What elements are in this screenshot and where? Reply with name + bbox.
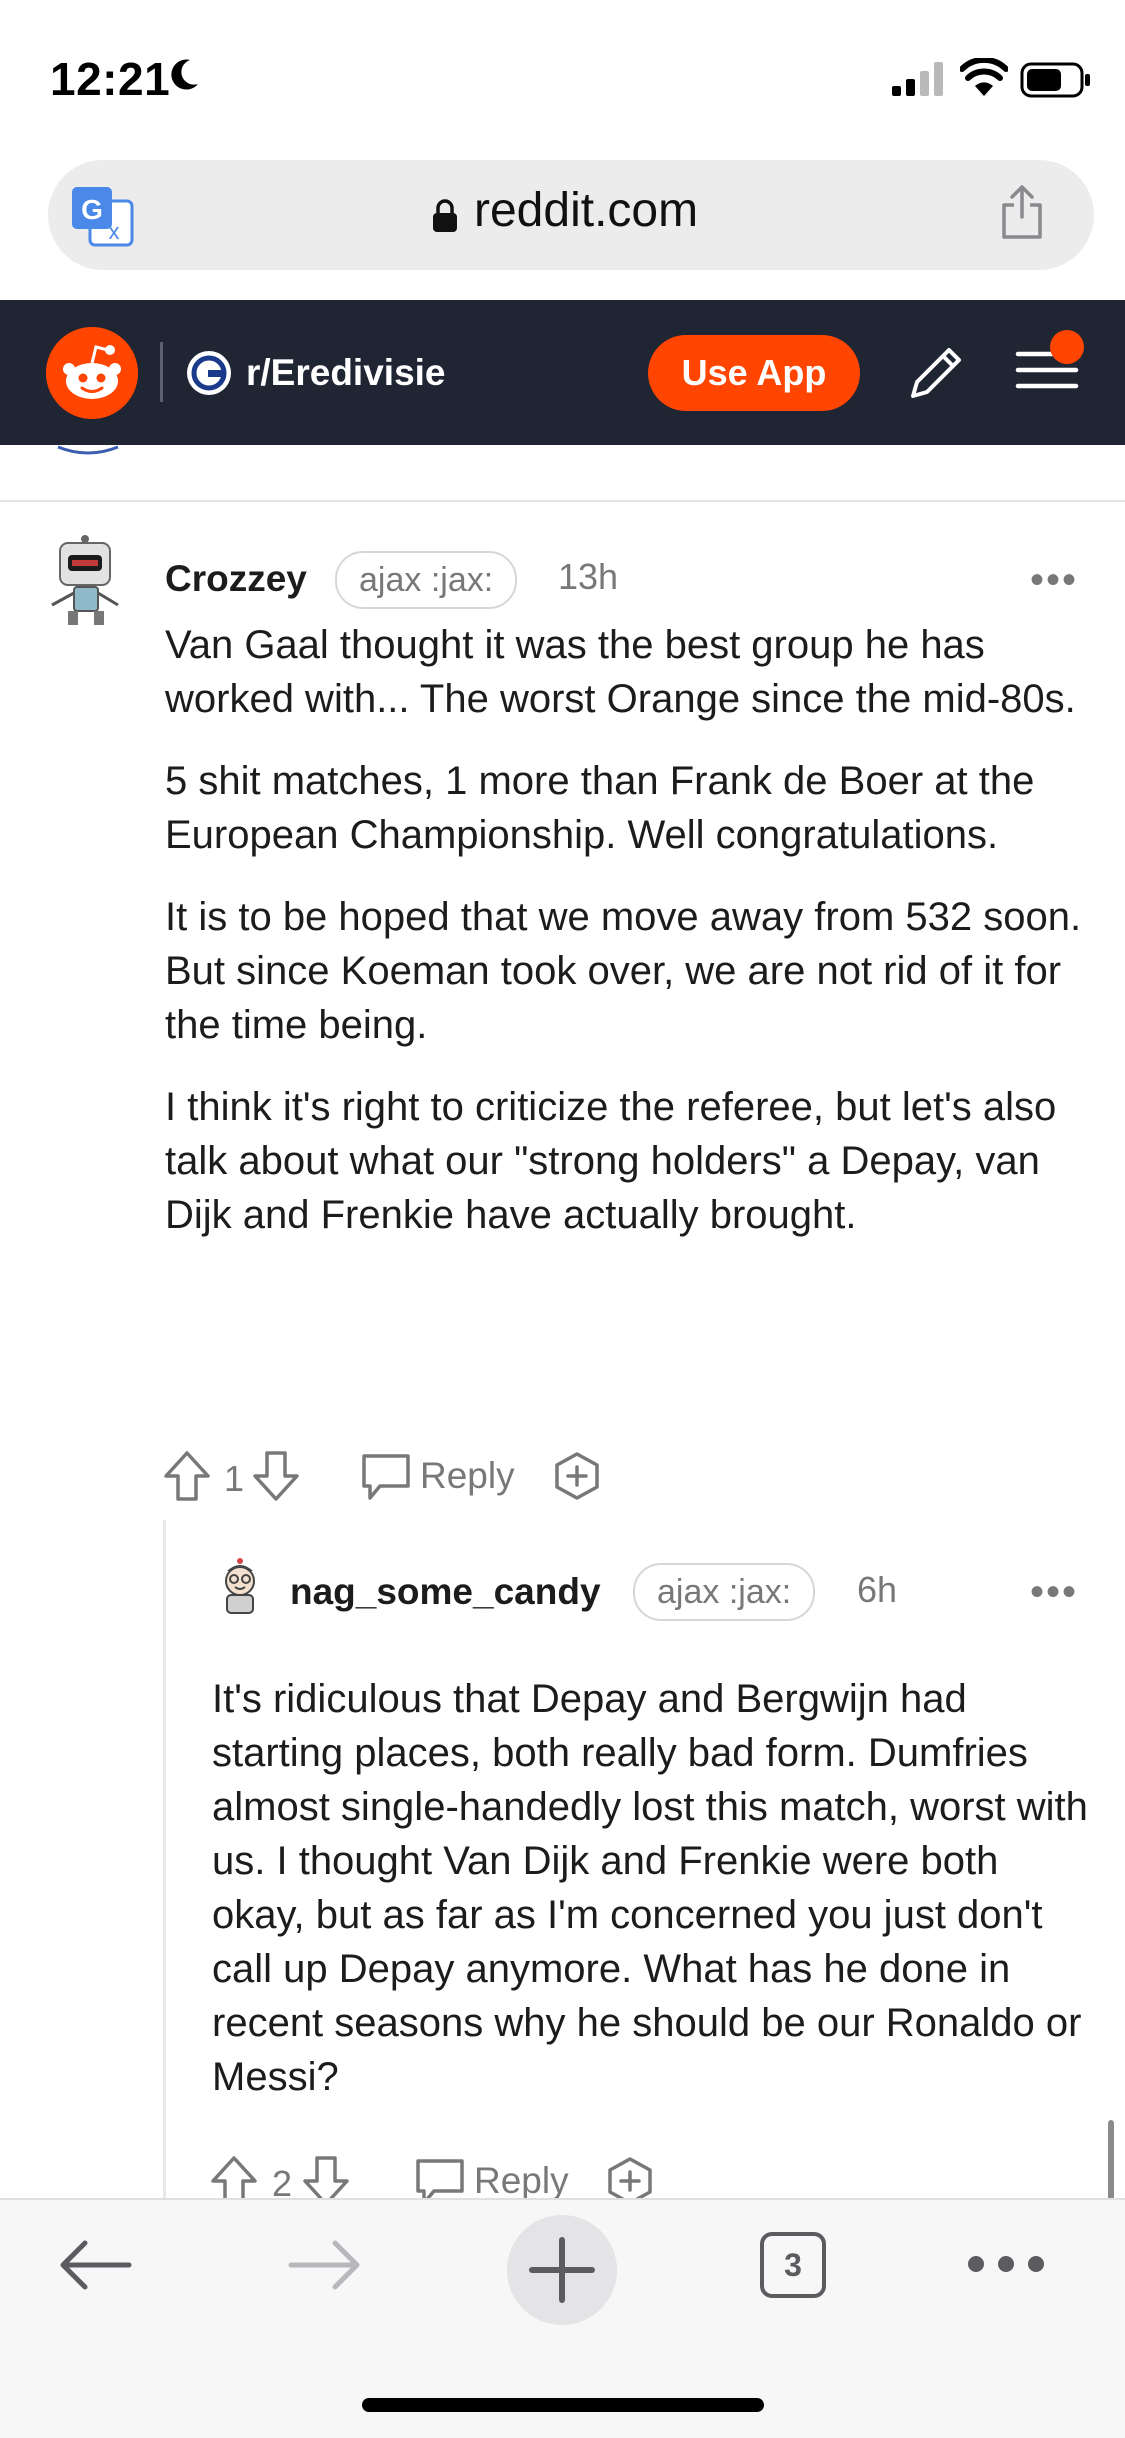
comment-paragraph: I think it's right to criticize the refe… xyxy=(165,1085,1057,1237)
header-divider xyxy=(160,342,163,402)
tab-count-button[interactable]: 3 xyxy=(760,2232,826,2298)
user-flair: ajax :jax: xyxy=(633,1563,816,1621)
subreddit-icon[interactable] xyxy=(186,350,232,396)
more-options-icon[interactable]: ••• xyxy=(1030,1570,1078,1615)
translate-icon[interactable]: G x xyxy=(70,185,134,247)
moon-icon xyxy=(171,59,198,90)
separator xyxy=(0,500,1125,502)
comment-paragraph: 5 shit matches, 1 more than Frank de Boe… xyxy=(165,759,1035,857)
vote-score: 1 xyxy=(224,1458,245,1499)
previous-comment-avatar xyxy=(57,445,119,455)
new-tab-button[interactable] xyxy=(507,2215,617,2325)
user-avatar[interactable] xyxy=(46,535,126,627)
signal-icon xyxy=(892,62,943,96)
plus-icon xyxy=(529,2237,595,2303)
lock-icon xyxy=(433,199,457,232)
comment-paragraph: Van Gaal thought it was the best group h… xyxy=(165,623,1076,721)
share-icon[interactable] xyxy=(1000,183,1044,239)
more-menu-icon[interactable] xyxy=(965,2253,1047,2275)
comment-age: 13h xyxy=(558,556,619,597)
comment-author[interactable]: nag_some_candy xyxy=(290,1571,601,1613)
comment-body: Van Gaal thought it was the best group h… xyxy=(165,618,1085,1270)
reply-button[interactable]: Reply xyxy=(474,2160,569,2202)
reply-button[interactable]: Reply xyxy=(420,1455,515,1497)
back-arrow-icon[interactable] xyxy=(55,2235,135,2295)
forward-arrow-icon[interactable] xyxy=(285,2235,365,2295)
more-options-icon[interactable]: ••• xyxy=(1030,558,1078,603)
upvote-icon[interactable] xyxy=(163,1450,211,1502)
home-indicator xyxy=(362,2398,764,2412)
url-text[interactable]: reddit.com xyxy=(474,183,698,238)
svg-text:x: x xyxy=(109,219,120,244)
comment-paragraph: It is to be hoped that we move away from… xyxy=(165,895,1082,1047)
comment-body: It's ridiculous that Depay and Bergwijn … xyxy=(212,1632,1092,2144)
notification-dot xyxy=(1050,330,1084,364)
subreddit-name[interactable]: r/Eredivisie xyxy=(246,352,446,394)
battery-icon xyxy=(1020,62,1090,98)
reddit-logo-icon[interactable] xyxy=(46,327,138,419)
scrollbar[interactable] xyxy=(1108,2120,1114,2200)
comment-age: 6h xyxy=(857,1569,898,1610)
thread-line[interactable] xyxy=(163,1520,166,2200)
user-flair: ajax :jax: xyxy=(335,551,518,609)
wifi-icon xyxy=(960,58,1008,96)
svg-text:G: G xyxy=(81,194,103,225)
award-icon[interactable] xyxy=(552,1451,602,1501)
comment-paragraph: It's ridiculous that Depay and Bergwijn … xyxy=(212,1677,1088,2099)
comment-author[interactable]: Crozzey xyxy=(165,558,307,600)
status-time: 12:21 xyxy=(50,53,171,105)
pencil-icon[interactable] xyxy=(905,342,967,404)
use-app-button[interactable]: Use App xyxy=(648,335,860,411)
downvote-icon[interactable] xyxy=(252,1450,300,1502)
user-avatar[interactable] xyxy=(213,1557,267,1617)
reply-icon[interactable] xyxy=(360,1452,412,1502)
